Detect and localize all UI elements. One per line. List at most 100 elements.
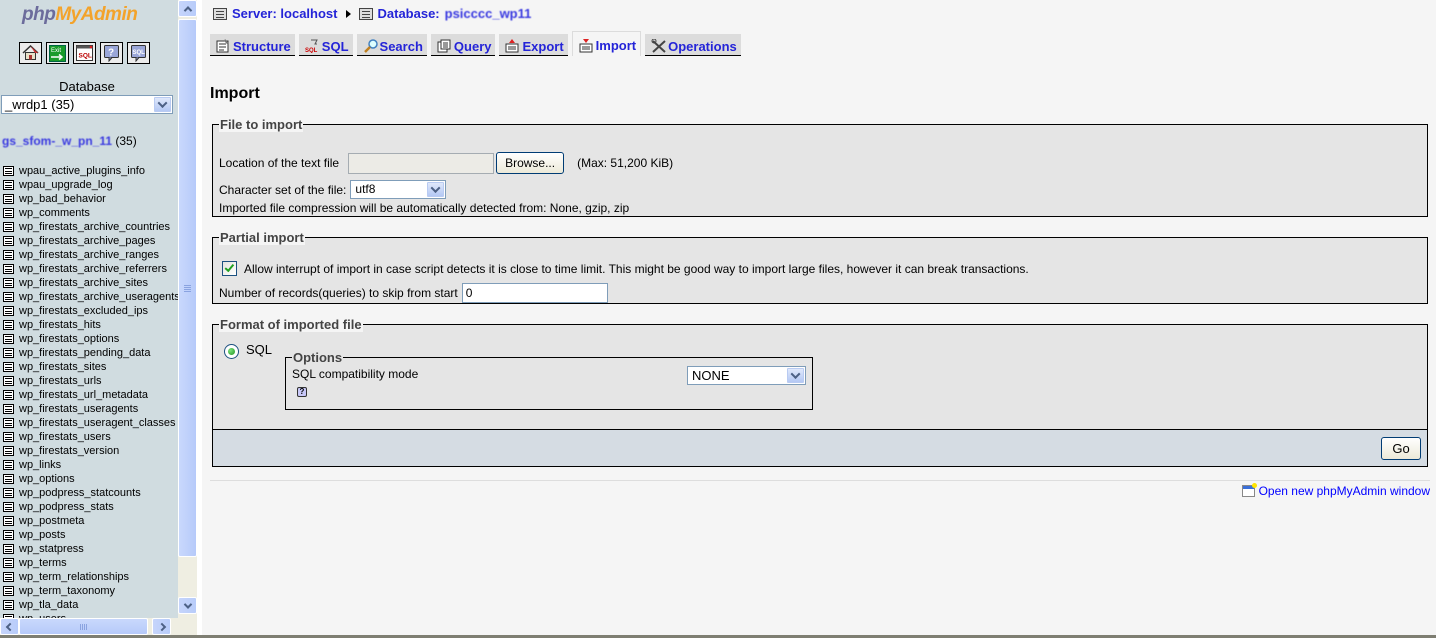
table-name[interactable]: wp_firestats_options — [19, 332, 119, 346]
breadcrumb-database-prefix[interactable]: Database: — [378, 6, 440, 21]
allow-interrupt-label[interactable]: Allow interrupt of import in case script… — [244, 262, 1029, 276]
skip-queries-input[interactable]: 0 — [461, 283, 608, 303]
table-list-item[interactable]: wp_firestats_version — [0, 444, 178, 458]
table-name[interactable]: wp_links — [19, 458, 61, 472]
table-list-item[interactable]: wp_comments — [0, 206, 178, 220]
table-list-item[interactable]: wp_firestats_users — [0, 430, 178, 444]
table-list-item[interactable]: wp_podpress_stats — [0, 500, 178, 514]
table-icon[interactable] — [3, 404, 14, 414]
table-icon[interactable] — [3, 292, 14, 302]
table-list-item[interactable]: wp_term_relationships — [0, 570, 178, 584]
table-name[interactable]: wp_comments — [19, 206, 90, 220]
table-icon[interactable] — [3, 264, 14, 274]
table-icon[interactable] — [3, 334, 14, 344]
table-name[interactable]: wp_firestats_archive_pages — [19, 234, 155, 248]
horizontal-scrollbar-thumb[interactable] — [19, 618, 148, 635]
open-new-window-label[interactable]: Open new phpMyAdmin window — [1259, 484, 1430, 498]
table-icon[interactable] — [3, 488, 14, 498]
table-name[interactable]: wp_firestats_sites — [19, 360, 106, 374]
open-new-window-link[interactable]: Open new phpMyAdmin window — [1241, 483, 1430, 498]
table-list-item[interactable]: wp_firestats_urls — [0, 374, 178, 388]
browse-button[interactable]: Browse... — [496, 152, 565, 174]
table-icon[interactable] — [3, 558, 14, 568]
table-list-item[interactable]: wp_links — [0, 458, 178, 472]
table-list-item[interactable]: wp_firestats_archive_useragents — [0, 290, 178, 304]
table-list-item[interactable]: wp_firestats_url_metadata — [0, 388, 178, 402]
breadcrumb-database-name[interactable]: psicccc_wp11 — [445, 6, 532, 21]
format-sql-radio[interactable] — [224, 344, 239, 359]
table-name[interactable]: wp_tla_data — [19, 598, 78, 612]
go-button[interactable]: Go — [1381, 437, 1421, 460]
table-list-item[interactable]: wp_bad_behavior — [0, 192, 178, 206]
table-icon[interactable] — [3, 208, 14, 218]
table-icon[interactable] — [3, 278, 14, 288]
table-icon[interactable] — [3, 320, 14, 330]
table-name[interactable]: wp_firestats_useragents — [19, 402, 138, 416]
scroll-right-button[interactable] — [152, 618, 171, 635]
phpmyadmin-logo[interactable]: phpMyAdmin — [22, 4, 138, 26]
table-name[interactable]: wp_term_taxonomy — [19, 584, 115, 598]
scrollbar-thumb[interactable] — [178, 19, 197, 557]
table-list-item[interactable]: wp_firestats_useragent_classes — [0, 416, 178, 430]
table-icon[interactable] — [3, 572, 14, 582]
table-icon[interactable] — [3, 390, 14, 400]
table-icon[interactable] — [3, 222, 14, 232]
table-list-item[interactable]: wp_options — [0, 472, 178, 486]
table-list-item[interactable]: wp_tla_data — [0, 598, 178, 612]
sql-docs-icon[interactable]: SQL — [127, 42, 150, 64]
table-list-item[interactable]: wp_firestats_archive_countries — [0, 220, 178, 234]
table-list-item[interactable]: wp_firestats_excluded_ips — [0, 304, 178, 318]
table-icon[interactable] — [3, 544, 14, 554]
scroll-up-button[interactable] — [178, 0, 197, 17]
table-list-item[interactable]: wp_postmeta — [0, 514, 178, 528]
table-name[interactable]: wp_bad_behavior — [19, 192, 106, 206]
table-list-item[interactable]: wp_firestats_archive_pages — [0, 234, 178, 248]
table-name[interactable]: wpau_active_plugins_info — [19, 164, 145, 178]
table-list-item[interactable]: wpau_upgrade_log — [0, 178, 178, 192]
table-icon[interactable] — [3, 474, 14, 484]
table-icon[interactable] — [3, 166, 14, 176]
help-icon[interactable]: ? — [297, 387, 307, 397]
table-name[interactable]: wp_firestats_version — [19, 444, 119, 458]
home-icon[interactable] — [19, 42, 42, 64]
table-name[interactable]: wp_firestats_users — [19, 430, 111, 444]
table-list-item[interactable]: wp_firestats_pending_data — [0, 346, 178, 360]
scroll-down-button[interactable] — [178, 597, 197, 614]
table-icon[interactable] — [3, 586, 14, 596]
table-list-item[interactable]: wp_firestats_useragents — [0, 402, 178, 416]
table-name[interactable]: wp_firestats_archive_countries — [19, 220, 170, 234]
exit-icon[interactable]: Exit — [46, 42, 69, 64]
chevron-down-icon[interactable] — [154, 97, 171, 112]
table-name[interactable]: wp_statpress — [19, 542, 84, 556]
table-list-item[interactable]: wp_terms — [0, 556, 178, 570]
table-list-item[interactable]: wp_podpress_statcounts — [0, 486, 178, 500]
query-window-icon[interactable]: SQL — [73, 42, 96, 64]
table-icon[interactable] — [3, 376, 14, 386]
table-name[interactable]: wp_posts — [19, 528, 65, 542]
table-list-item[interactable]: wpau_active_plugins_info — [0, 164, 178, 178]
table-list-item[interactable]: wp_firestats_options — [0, 332, 178, 346]
table-name[interactable]: wp_firestats_archive_ranges — [19, 248, 159, 262]
scroll-left-button[interactable] — [0, 618, 19, 635]
nav-horizontal-scrollbar[interactable] — [0, 618, 178, 635]
compat-mode-select[interactable]: NONE — [687, 366, 806, 385]
table-name[interactable]: wp_podpress_statcounts — [19, 486, 141, 500]
allow-interrupt-checkbox[interactable] — [222, 261, 237, 276]
table-name[interactable]: wp_podpress_stats — [19, 500, 114, 514]
table-icon[interactable] — [3, 432, 14, 442]
current-database-link[interactable]: gs_sfom-_w_pn_11 (35) — [2, 134, 137, 148]
table-list-item[interactable]: wp_firestats_archive_sites — [0, 276, 178, 290]
table-icon[interactable] — [3, 250, 14, 260]
breadcrumb-server[interactable]: Server: localhost — [232, 6, 338, 21]
table-icon[interactable] — [3, 502, 14, 512]
charset-select[interactable]: utf8 — [350, 180, 447, 199]
tab-export[interactable]: Export — [499, 34, 568, 56]
tab-search[interactable]: Search — [356, 34, 427, 56]
table-name[interactable]: wp_options — [19, 472, 75, 486]
table-icon[interactable] — [3, 236, 14, 246]
table-icon[interactable] — [3, 516, 14, 526]
table-name[interactable]: wp_firestats_archive_sites — [19, 276, 148, 290]
file-path-input[interactable] — [348, 152, 495, 174]
table-name[interactable]: wp_firestats_excluded_ips — [19, 304, 148, 318]
table-name[interactable]: wp_postmeta — [19, 514, 84, 528]
